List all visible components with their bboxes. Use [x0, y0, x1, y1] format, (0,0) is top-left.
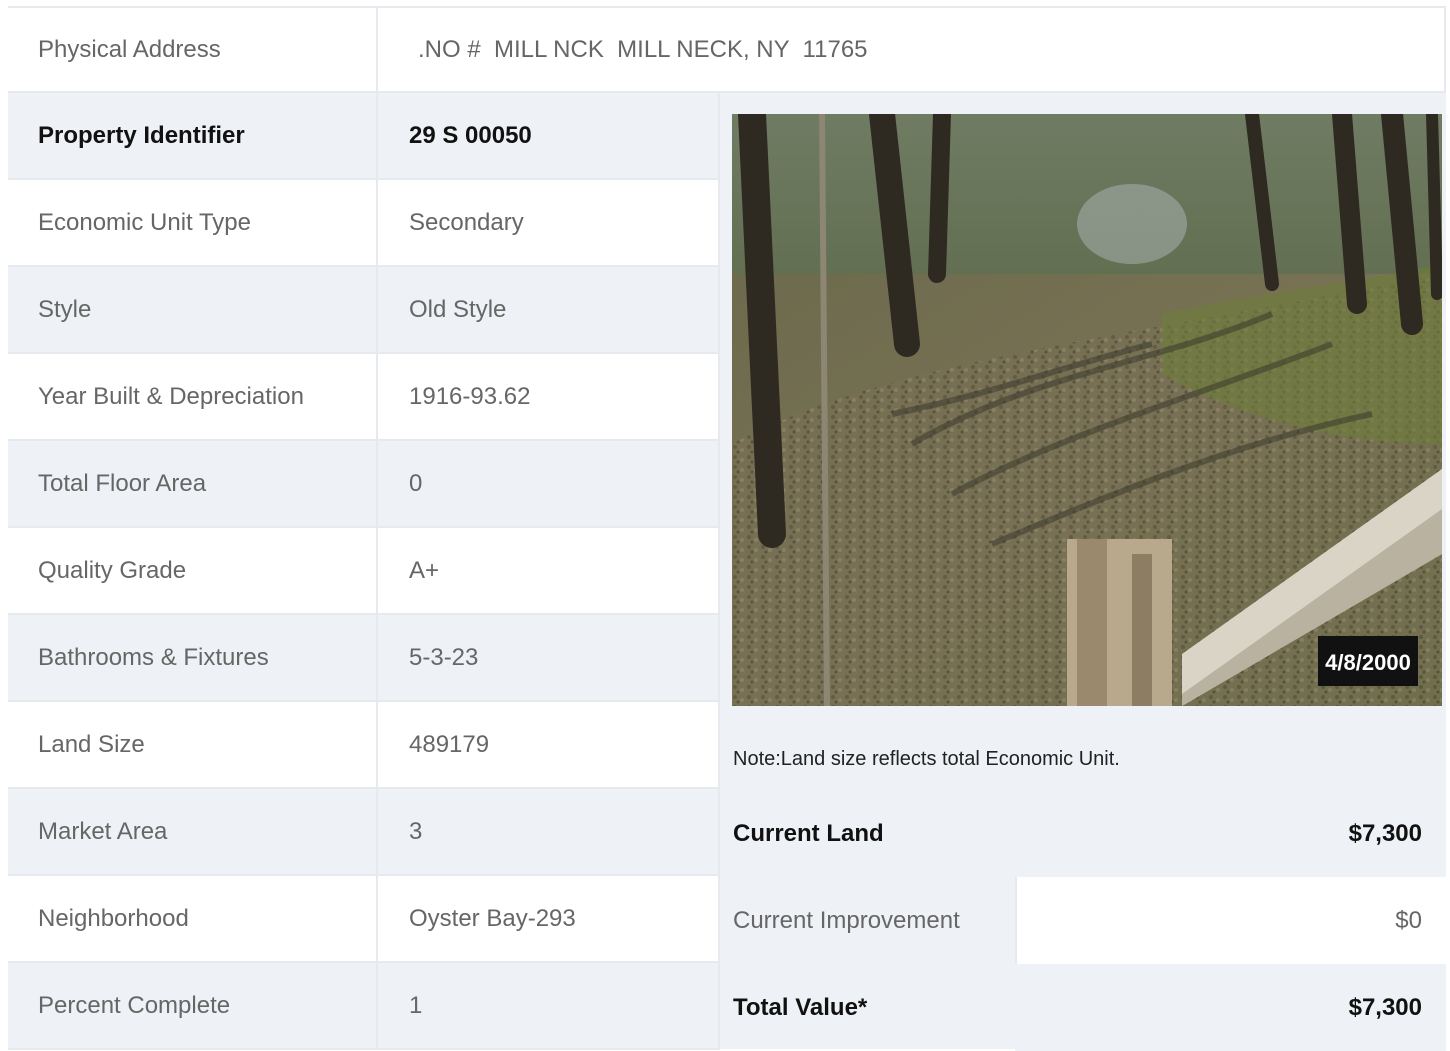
total-floor-area-label: Total Floor Area	[8, 441, 378, 528]
property-identifier-value: 29 S 00050	[378, 93, 720, 180]
land-size-label: Land Size	[8, 702, 378, 789]
market-area-label: Market Area	[8, 789, 378, 876]
economic-unit-type-value: Secondary	[378, 180, 720, 267]
bathrooms-fixtures-label: Bathrooms & Fixtures	[8, 615, 378, 702]
svg-text:4/8/2000: 4/8/2000	[1325, 650, 1411, 675]
percent-complete-label: Percent Complete	[8, 963, 378, 1050]
bathrooms-fixtures-value: 5-3-23	[378, 615, 720, 702]
property-photo: 4/8/2000	[732, 114, 1442, 706]
quality-grade-value: A+	[378, 528, 720, 615]
land-size-note: Note:Land size reflects total Economic U…	[733, 748, 1120, 770]
style-value: Old Style	[378, 267, 720, 354]
property-identifier-label: Property Identifier	[8, 93, 378, 180]
physical-address-label: Physical Address	[8, 6, 378, 93]
style-label: Style	[8, 267, 378, 354]
current-land-label: Current Land	[733, 819, 884, 847]
total-value-label: Total Value*	[733, 993, 868, 1021]
current-improvement-amount: $0	[1015, 877, 1446, 964]
economic-unit-type-label: Economic Unit Type	[8, 180, 378, 267]
neighborhood-label: Neighborhood	[8, 876, 378, 963]
photo-date-stamp: 4/8/2000	[1318, 636, 1418, 686]
quality-grade-label: Quality Grade	[8, 528, 378, 615]
percent-complete-value: 1	[378, 963, 720, 1050]
land-size-value: 489179	[378, 702, 720, 789]
current-land-amount: $7,300	[1015, 790, 1446, 877]
physical-address-value: .NO # MILL NCK MILL NECK, NY 11765	[378, 6, 1446, 93]
neighborhood-value: Oyster Bay-293	[378, 876, 720, 963]
current-improvement-label: Current Improvement	[733, 906, 960, 934]
total-value-amount: $7,300	[1015, 964, 1446, 1051]
property-photo-image: 4/8/2000	[732, 114, 1442, 706]
year-built-depreciation-value: 1916-93.62	[378, 354, 720, 441]
year-built-depreciation-label: Year Built & Depreciation	[8, 354, 378, 441]
market-area-value: 3	[378, 789, 720, 876]
total-floor-area-value: 0	[378, 441, 720, 528]
